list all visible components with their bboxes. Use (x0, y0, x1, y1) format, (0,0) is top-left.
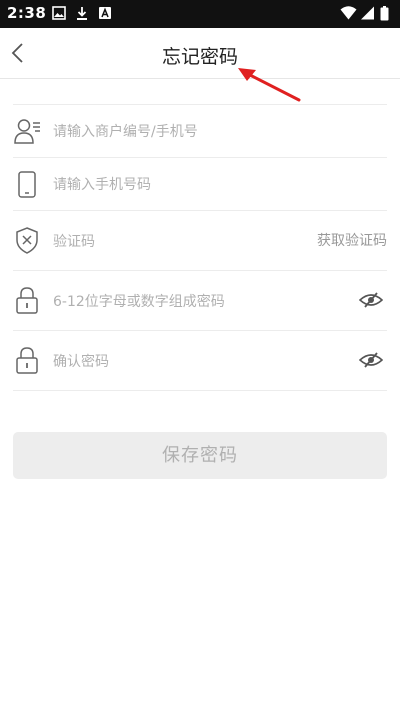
shield-x-icon (16, 227, 38, 254)
annotation-arrow-icon (238, 68, 301, 102)
get-code-button[interactable]: 获取验证码 (317, 230, 387, 250)
verification-code-input[interactable]: 验证码 (53, 231, 95, 251)
nav-bar: 忘记密码 (0, 28, 400, 79)
phone-icon (18, 171, 36, 198)
password-input[interactable]: 6-12位字母或数字组成密码 (53, 291, 225, 311)
account-field[interactable]: 请输入商户编号/手机号 (13, 104, 387, 157)
image-icon (52, 6, 66, 20)
password-field[interactable]: 6-12位字母或数字组成密码 (13, 270, 387, 330)
status-time: 2:38 (7, 4, 47, 22)
phone-input[interactable]: 请输入手机号码 (53, 174, 151, 194)
phone-field[interactable]: 请输入手机号码 (13, 157, 387, 210)
signal-icon (361, 6, 374, 20)
status-icons-right (340, 6, 392, 22)
wifi-icon (340, 6, 357, 20)
save-password-button[interactable]: 保存密码 (13, 432, 387, 479)
app-notification-icon (99, 7, 111, 19)
account-input[interactable]: 请输入商户编号/手机号 (53, 121, 198, 141)
eye-hidden-icon[interactable] (359, 291, 383, 309)
battery-icon (380, 6, 389, 21)
lock-icon (16, 347, 38, 374)
confirm-password-field[interactable]: 确认密码 (13, 330, 387, 391)
eye-hidden-icon[interactable] (359, 351, 383, 369)
forgot-password-form: 请输入商户编号/手机号 请输入手机号码 验证码 获取验证码 6-12位字母或数字… (13, 104, 387, 391)
lock-icon (16, 287, 38, 314)
page-title: 忘记密码 (161, 46, 238, 68)
status-bar: 2:38 (0, 0, 400, 28)
verification-code-field[interactable]: 验证码 获取验证码 (13, 210, 387, 270)
confirm-password-input[interactable]: 确认密码 (53, 351, 109, 371)
download-icon (77, 7, 87, 20)
user-icon (14, 119, 40, 144)
